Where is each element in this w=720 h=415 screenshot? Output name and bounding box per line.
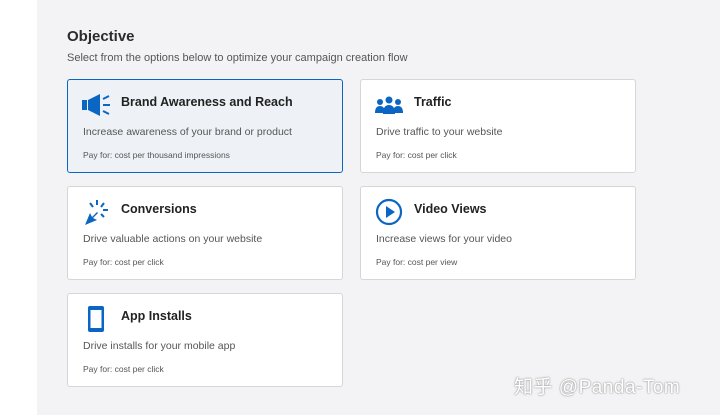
- card-description: Increase views for your video: [376, 233, 512, 245]
- card-pay-info: Pay for: cost per view: [376, 257, 458, 267]
- section-title: Objective: [67, 28, 135, 45]
- card-description: Drive installs for your mobile app: [83, 340, 236, 352]
- mobile-phone-icon: [81, 306, 111, 332]
- megaphone-icon: [81, 92, 111, 118]
- card-title: Brand Awareness and Reach: [121, 95, 293, 109]
- card-title: Conversions: [121, 202, 197, 216]
- card-description: Drive valuable actions on your website: [83, 233, 263, 245]
- left-margin: [0, 0, 37, 415]
- objective-card-brand-awareness[interactable]: Brand Awareness and Reach Increase aware…: [67, 79, 343, 173]
- cursor-click-icon: [81, 199, 111, 225]
- objective-card-traffic[interactable]: Traffic Drive traffic to your website Pa…: [360, 79, 636, 173]
- play-circle-icon: [374, 198, 404, 226]
- section-subtitle: Select from the options below to optimiz…: [67, 52, 408, 64]
- card-pay-info: Pay for: cost per click: [376, 150, 457, 160]
- card-pay-info: Pay for: cost per click: [83, 364, 164, 374]
- card-pay-info: Pay for: cost per thousand impressions: [83, 150, 230, 160]
- card-description: Drive traffic to your website: [376, 126, 503, 138]
- objective-card-video-views[interactable]: Video Views Increase views for your vide…: [360, 186, 636, 280]
- objective-card-app-installs[interactable]: App Installs Drive installs for your mob…: [67, 293, 343, 387]
- card-description: Increase awareness of your brand or prod…: [83, 126, 292, 138]
- card-title: Video Views: [414, 202, 487, 216]
- watermark: 知乎 @Panda-Tom: [514, 377, 681, 398]
- objective-card-conversions[interactable]: Conversions Drive valuable actions on yo…: [67, 186, 343, 280]
- people-icon: [374, 92, 404, 118]
- card-title: Traffic: [414, 95, 452, 109]
- card-title: App Installs: [121, 309, 192, 323]
- card-pay-info: Pay for: cost per click: [83, 257, 164, 267]
